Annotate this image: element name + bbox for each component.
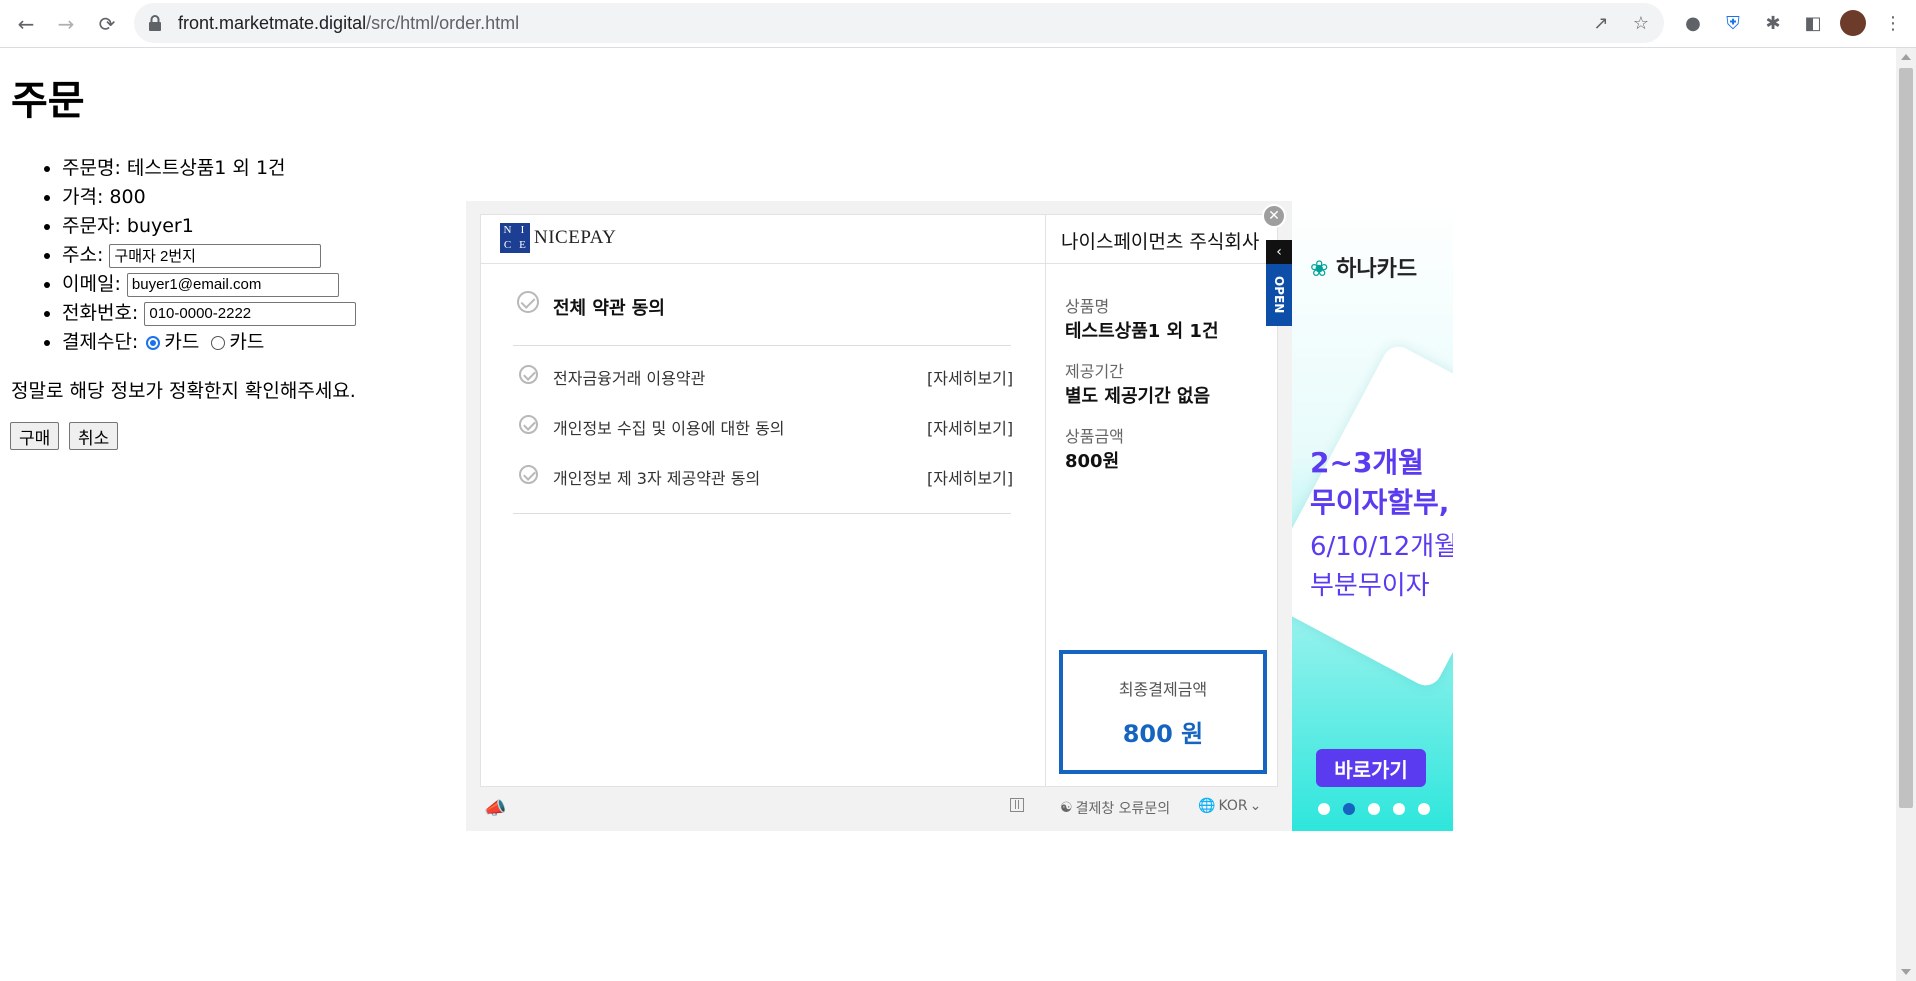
address-item: 주소: bbox=[62, 241, 356, 270]
term-label[interactable]: 개인정보 제 3자 제공약관 동의 bbox=[553, 465, 760, 489]
agree-all-label[interactable]: 전체 약관 동의 bbox=[553, 294, 665, 320]
forward-icon[interactable]: → bbox=[52, 10, 80, 38]
payment-window: NICE NICEPAY 나이스페이먼츠 주식회사 전체 약관 동의 전자금융거… bbox=[480, 214, 1278, 787]
cookie-extension-icon[interactable]: ● bbox=[1680, 10, 1706, 36]
merchant-name: 나이스페이먼츠 주식회사 bbox=[1061, 231, 1260, 253]
term-detail-link[interactable]: [자세히보기] bbox=[927, 415, 1013, 439]
language-selector[interactable]: 🌐 KOR ⌄ bbox=[1198, 798, 1261, 814]
scroll-up-icon[interactable] bbox=[1901, 54, 1911, 60]
payment-radio-1[interactable] bbox=[146, 335, 161, 350]
chevron-left-icon: ‹ bbox=[1266, 240, 1292, 264]
pause-icon[interactable]: || bbox=[1010, 798, 1024, 812]
product-name-label: 상품명 bbox=[1065, 297, 1110, 316]
term-detail-link[interactable]: [자세히보기] bbox=[927, 365, 1013, 389]
ad-line-3: 6/10/12개월 bbox=[1310, 532, 1453, 562]
bookmark-star-icon[interactable]: ☆ bbox=[1630, 12, 1652, 34]
scroll-down-icon[interactable] bbox=[1901, 969, 1911, 975]
scrollbar-thumb[interactable] bbox=[1899, 68, 1913, 808]
card-ad-banner[interactable]: ❀ 하나카드 2~3개월 무이자할부, 6/10/12개월 부분무이자 바로가기 bbox=[1292, 201, 1453, 831]
nicepay-logo-mark: NICE bbox=[500, 223, 530, 253]
open-tab[interactable]: ‹ OPEN bbox=[1266, 240, 1292, 326]
period-value: 별도 제공기간 없음 bbox=[1065, 386, 1211, 407]
term-check-icon[interactable] bbox=[519, 415, 538, 434]
payment-popup: NICE NICEPAY 나이스페이먼츠 주식회사 전체 약관 동의 전자금융거… bbox=[466, 201, 1292, 831]
period-label: 제공기간 bbox=[1065, 362, 1124, 381]
terms-divider-top bbox=[513, 345, 1011, 346]
buy-button[interactable]: 구매 bbox=[10, 422, 60, 450]
address-input[interactable] bbox=[109, 243, 322, 268]
email-item: 이메일: bbox=[62, 270, 356, 299]
agree-all-check-icon[interactable] bbox=[517, 291, 539, 313]
terms-divider-bottom bbox=[513, 513, 1011, 514]
ad-brand: ❀ 하나카드 bbox=[1310, 257, 1418, 282]
share-icon[interactable]: ↗ bbox=[1590, 12, 1612, 34]
final-amount-box: 최종결제금액 800 원 bbox=[1059, 650, 1267, 774]
page-scrollbar[interactable] bbox=[1896, 48, 1916, 981]
header-divider bbox=[481, 263, 1277, 264]
side-panel-icon[interactable]: ◧ bbox=[1800, 10, 1826, 36]
reload-icon[interactable]: ⟳ bbox=[93, 10, 121, 38]
extensions-puzzle-icon[interactable]: ✱ bbox=[1760, 10, 1786, 36]
ad-line-4: 부분무이자 bbox=[1310, 571, 1430, 601]
cancel-button[interactable]: 취소 bbox=[69, 422, 119, 450]
carousel-dot[interactable] bbox=[1418, 803, 1430, 815]
buyer-item: 주문자: buyer1 bbox=[62, 212, 356, 241]
megaphone-icon[interactable]: 📣 bbox=[484, 798, 506, 819]
payment-radio-2[interactable] bbox=[211, 335, 226, 350]
address-bar[interactable]: front.marketmate.digital/src/html/order.… bbox=[134, 3, 1664, 43]
hana-logo-icon: ❀ bbox=[1310, 257, 1329, 282]
price-item: 가격: 800 bbox=[62, 183, 356, 212]
amount-label: 상품금액 bbox=[1065, 427, 1124, 446]
term-label[interactable]: 전자금융거래 이용약관 bbox=[553, 365, 705, 389]
ad-carousel-dots bbox=[1318, 803, 1430, 815]
amount-value: 800원 bbox=[1065, 451, 1120, 472]
product-name-value: 테스트상품1 외 1건 bbox=[1065, 321, 1219, 342]
chevron-down-icon: ⌄ bbox=[1249, 798, 1262, 814]
carousel-dot[interactable] bbox=[1393, 803, 1405, 815]
ad-go-button[interactable]: 바로가기 bbox=[1316, 749, 1426, 787]
avatar[interactable] bbox=[1840, 10, 1866, 36]
headset-icon: ☯ bbox=[1060, 800, 1073, 816]
globe-icon: 🌐 bbox=[1198, 798, 1216, 814]
term-check-icon[interactable] bbox=[519, 465, 538, 484]
help-contact[interactable]: ☯ 결제창 오류문의 bbox=[1060, 798, 1170, 818]
url-text: front.marketmate.digital/src/html/order.… bbox=[178, 13, 520, 33]
close-icon[interactable]: ✕ bbox=[1262, 204, 1286, 228]
term-detail-link[interactable]: [자세히보기] bbox=[927, 465, 1013, 489]
order-info-list: 주문명: 테스트상품1 외 1건 가격: 800 주문자: buyer1 주소:… bbox=[22, 154, 357, 357]
phone-item: 전화번호: bbox=[62, 299, 357, 328]
carousel-dot[interactable] bbox=[1318, 803, 1330, 815]
term-check-icon[interactable] bbox=[519, 365, 538, 384]
menu-kebab-icon[interactable]: ⋮ bbox=[1880, 10, 1906, 36]
payment-method-item: 결제수단: 카드카드 bbox=[62, 328, 356, 357]
carousel-dot[interactable] bbox=[1368, 803, 1380, 815]
carousel-dot[interactable] bbox=[1343, 803, 1355, 815]
phone-input[interactable] bbox=[144, 301, 357, 326]
order-name-item: 주문명: 테스트상품1 외 1건 bbox=[62, 154, 356, 183]
ad-line-2: 무이자할부, bbox=[1310, 486, 1450, 519]
final-amount-label: 최종결제금액 bbox=[1118, 680, 1208, 699]
shield-extension-icon[interactable]: ⛨ bbox=[1720, 10, 1746, 36]
email-input[interactable] bbox=[126, 272, 339, 297]
open-tab-label: OPEN bbox=[1272, 276, 1286, 314]
nicepay-logo-text: NICEPAY bbox=[534, 227, 617, 248]
browser-toolbar: ← → ⟳ front.marketmate.digital/src/html/… bbox=[0, 0, 1916, 48]
column-divider bbox=[1045, 215, 1046, 786]
ad-line-1: 2~3개월 bbox=[1310, 446, 1424, 479]
back-icon[interactable]: ← bbox=[12, 10, 40, 38]
lock-icon bbox=[149, 15, 161, 31]
confirm-text: 정말로 해당 정보가 정확한지 확인해주세요. bbox=[11, 380, 356, 402]
term-label[interactable]: 개인정보 수집 및 이용에 대한 동의 bbox=[553, 415, 785, 439]
page-title: 주문 bbox=[11, 78, 85, 124]
final-amount-value: 800 원 bbox=[1122, 720, 1204, 748]
